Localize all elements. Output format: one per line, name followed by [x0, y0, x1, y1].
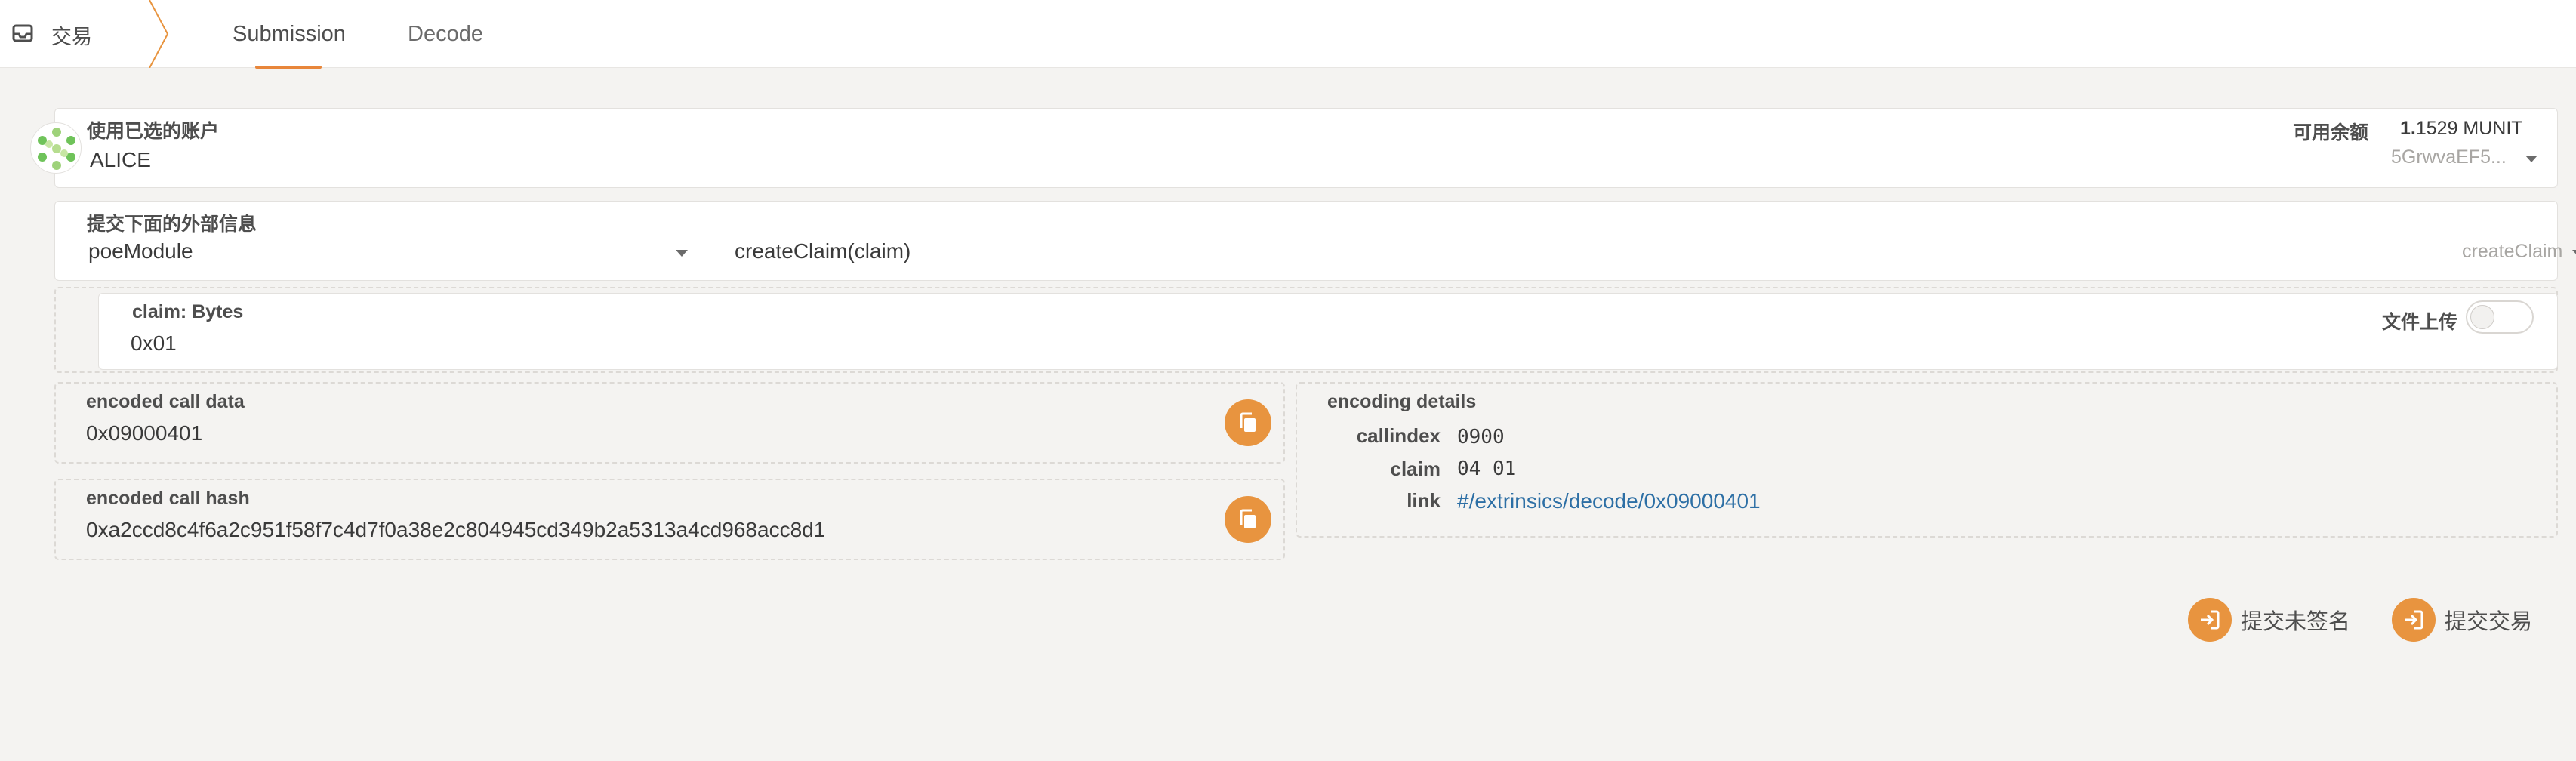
account-label: 使用已选的账户: [87, 121, 220, 142]
balance-value: 1.1529 MUNIT: [2400, 118, 2523, 140]
app-section[interactable]: 交易: [0, 0, 166, 68]
copy-hash-button[interactable]: [1225, 496, 1271, 543]
account-address: 5GrwvaEF5...: [2391, 146, 2507, 168]
toggle-knob: [2470, 305, 2494, 329]
call-dropdown-icon: [2572, 250, 2576, 257]
inbox-icon: [12, 24, 33, 42]
encoding-details: encoding details callindex 0900 claim 04…: [1296, 382, 2558, 538]
claim-value: 04 01: [1457, 458, 1517, 480]
encoded-hash-value: 0xa2ccd8c4f6a2c951f58f7c4d7f0a38e2c80494…: [86, 518, 826, 541]
decode-link[interactable]: #/extrinsics/decode/0x09000401: [1457, 489, 1761, 513]
submit-unsigned-label: 提交未签名: [2241, 610, 2351, 634]
account-avatar: [30, 122, 82, 174]
callindex-key: callindex: [1356, 424, 1441, 447]
encoding-details-title: encoding details: [1327, 391, 1477, 412]
encoded-call-data: encoded call data 0x09000401: [54, 382, 1285, 464]
top-nav: 交易 Submission Decode: [0, 0, 2576, 69]
identicon-icon: [38, 128, 75, 170]
balance-rest: 1529 MUNIT: [2415, 118, 2523, 139]
balance-whole: 1.: [2400, 118, 2416, 139]
encoded-data-label: encoded call data: [86, 391, 245, 412]
extrinsic-selector: 提交下面的外部信息 poeModule createClaim(claim) c…: [54, 201, 2576, 281]
module-value: poeModule: [88, 239, 193, 263]
account-dropdown-icon[interactable]: [2525, 156, 2537, 162]
account-selector[interactable]: 使用已选的账户 ALICE 可用余额 1.1529 MUNIT 5GrwvaEF…: [54, 108, 2558, 188]
tab-submission-label: Submission: [233, 21, 346, 46]
sign-in-icon: [2392, 598, 2436, 642]
app-title: 交易: [51, 26, 92, 48]
file-upload-toggle[interactable]: [2466, 300, 2534, 334]
sign-in-icon: [2188, 598, 2232, 642]
submit-transaction-button[interactable]: 提交交易: [2392, 595, 2532, 645]
claim-param: claim: Bytes 文件上传: [98, 293, 2558, 370]
active-tab-indicator: [255, 66, 322, 69]
tab-decode[interactable]: Decode: [408, 0, 483, 68]
callindex-value: 0900: [1457, 426, 1505, 448]
link-key: link: [1407, 489, 1441, 512]
encoded-call-hash: encoded call hash 0xa2ccd8c4f6a2c951f58f…: [54, 479, 1285, 560]
claim-label: claim: Bytes: [132, 301, 244, 322]
balance-label: 可用余额: [2293, 122, 2369, 143]
module-dropdown-icon: [676, 250, 688, 257]
claim-input[interactable]: [131, 327, 2320, 360]
module-dropdown[interactable]: poeModule: [85, 235, 719, 273]
account-name: ALICE: [90, 148, 151, 171]
submit-unsigned-button[interactable]: 提交未签名: [2188, 595, 2350, 645]
copy-data-button[interactable]: [1225, 399, 1271, 446]
copy-icon: [1240, 509, 1256, 528]
copy-icon: [1240, 412, 1256, 432]
encoded-data-value: 0x09000401: [86, 421, 203, 445]
call-hint: createClaim: [2462, 241, 2563, 262]
chevron-right-icon: [149, 0, 169, 68]
tab-decode-label: Decode: [408, 21, 483, 46]
call-value: createClaim(claim): [735, 239, 911, 263]
extrinsic-label: 提交下面的外部信息: [87, 214, 257, 235]
submit-transaction-label: 提交交易: [2445, 610, 2533, 634]
call-dropdown[interactable]: createClaim(claim) createClaim: [735, 235, 2576, 273]
file-upload-label: 文件上传: [2382, 312, 2458, 333]
encoded-hash-label: encoded call hash: [86, 488, 250, 509]
tab-submission[interactable]: Submission: [233, 0, 346, 68]
claim-key: claim: [1390, 458, 1441, 480]
